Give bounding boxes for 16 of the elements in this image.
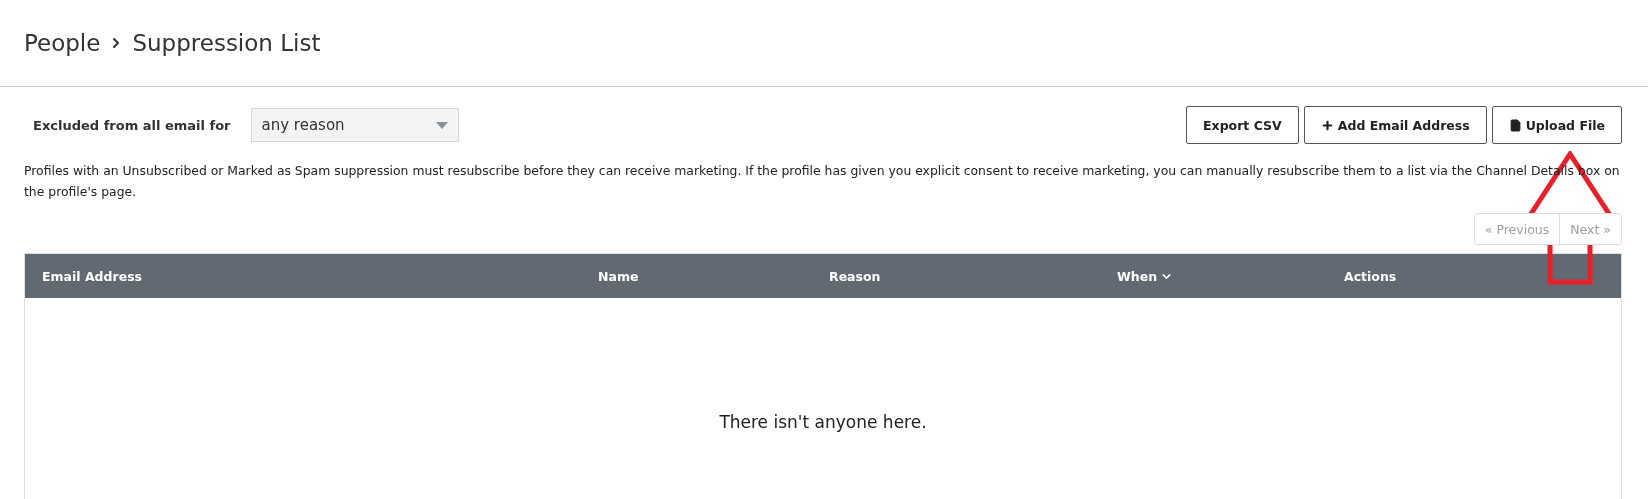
column-header[interactable]: When: [1117, 268, 1344, 284]
column-header[interactable]: Email Address: [42, 268, 598, 284]
toolbar-button[interactable]: Add Email Address: [1303, 106, 1487, 144]
toolbar-button[interactable]: Export CSV: [1186, 106, 1299, 144]
toolbar-button[interactable]: Upload File: [1491, 106, 1622, 144]
empty-message: There isn't anyone here.: [719, 412, 927, 432]
file-icon: [1508, 118, 1522, 132]
column-header[interactable]: Actions: [1344, 268, 1621, 284]
reason-dropdown[interactable]: any reason: [250, 108, 459, 142]
breadcrumb-link[interactable]: People: [24, 30, 101, 56]
page-title: Suppression List: [132, 30, 321, 56]
column-header[interactable]: Name: [598, 268, 829, 284]
caret-icon: [435, 121, 448, 129]
column-header[interactable]: Reason: [829, 268, 1117, 284]
filter-label: Excluded from all email for: [33, 117, 231, 133]
plus-icon: [1320, 118, 1334, 132]
